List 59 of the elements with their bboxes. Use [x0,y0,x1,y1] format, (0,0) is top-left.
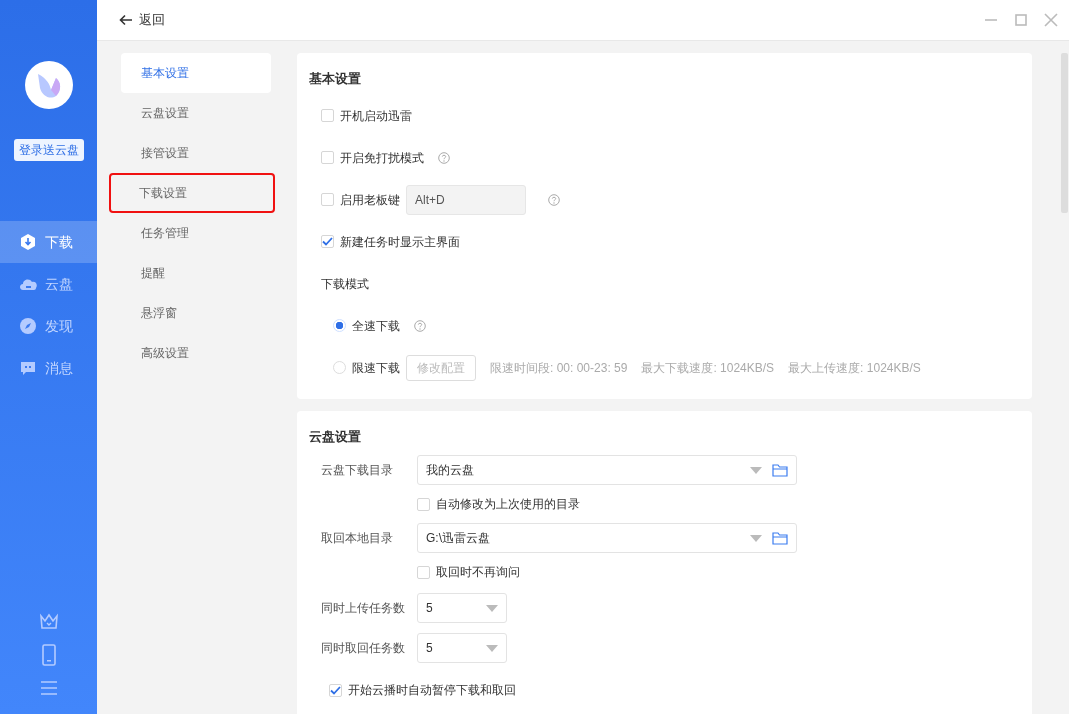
section-title: 云盘设置 [309,427,362,446]
message-icon [19,359,37,377]
checkbox[interactable] [417,497,430,511]
folder-icon [772,463,788,477]
limit-info: 限速时间段: 00: 00-23: 59 [490,359,628,377]
radio-button[interactable] [333,319,346,332]
compass-icon [19,317,37,335]
directory-field[interactable]: 我的云盘 [417,455,797,485]
login-button[interactable]: 登录送云盘 [13,139,84,161]
field-label: 同时取回任务数 [321,640,406,657]
checkbox-label: 启用老板键 [340,191,400,209]
phone-icon [40,644,57,666]
field-label: 取回本地目录 [321,530,394,547]
settings-nav-item[interactable]: 云盘设置 [121,93,271,133]
subsection-title: 下载模式 [321,275,369,293]
checkbox[interactable] [417,565,430,579]
dropdown-caret-icon [486,644,498,652]
checkbox[interactable] [321,235,334,248]
checkbox-label: 开机启动迅雷 [340,107,412,125]
back-arrow-icon [119,14,133,26]
settings-nav-item[interactable]: 提醒 [121,253,271,293]
radio-label: 限速下载 [352,359,400,377]
sidebar-item[interactable]: 消息 [0,347,97,389]
dropdown-caret-icon [750,534,762,542]
settings-nav-item[interactable]: 下载设置 [109,173,275,213]
select-field[interactable]: 5 [417,593,507,623]
menu-icon [39,680,58,696]
sidebar-item[interactable]: 发现 [0,305,97,347]
checkbox-label: 开始云播时自动暂停下载和取回 [348,682,516,699]
field-label: 云盘下载目录 [321,462,394,479]
checkbox-label: 新建任务时显示主界面 [340,233,460,251]
checkbox-label: 取回时不再询问 [436,564,520,581]
download-icon [19,233,37,251]
crown-icon [38,612,59,630]
checkbox[interactable] [321,151,334,164]
section-title: 基本设置 [309,70,362,88]
maximize-button[interactable] [1013,12,1029,28]
settings-nav-item[interactable]: 基本设置 [121,53,271,93]
close-button[interactable] [1043,12,1059,28]
select-field[interactable]: 5 [417,633,507,663]
sidebar-item[interactable]: 下载 [0,221,97,263]
settings-nav-item[interactable]: 悬浮窗 [121,293,271,333]
dropdown-caret-icon [750,466,762,474]
folder-icon [772,531,788,545]
checkbox[interactable] [321,109,334,122]
checkbox-label: 开启免打扰模式 [340,149,424,167]
sidebar-item[interactable]: 云盘 [0,263,97,305]
radio-label: 全速下载 [352,317,400,335]
settings-nav-item[interactable]: 高级设置 [121,333,271,373]
settings-nav-item[interactable]: 接管设置 [121,133,271,173]
directory-field[interactable]: G:\迅雷云盘 [417,523,797,553]
field-label: 同时上传任务数 [321,600,406,617]
checkbox[interactable] [329,683,342,697]
limit-info: 最大上传速度: 1024KB/S [788,359,921,377]
settings-nav-item[interactable]: 任务管理 [121,213,271,253]
checkbox-label: 自动修改为上次使用的目录 [436,496,580,513]
back-button[interactable]: 返回 [119,10,165,30]
limit-info: 最大下载速度: 1024KB/S [641,359,775,377]
dropdown-caret-icon [486,604,498,612]
